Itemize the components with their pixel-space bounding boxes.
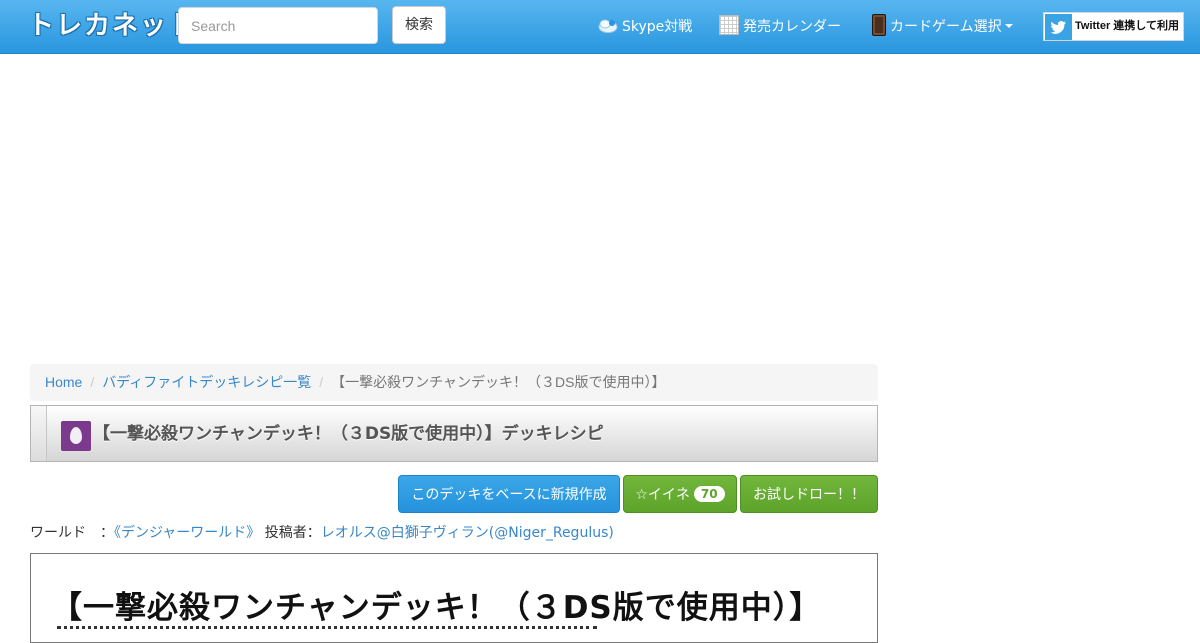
deck-image-subtext xyxy=(57,626,597,632)
calendar-icon xyxy=(719,15,739,35)
breadcrumb: Home / バディファイトデッキレシピ一覧 / 【一撃必殺ワンチャンデッキ！（３DS版… xyxy=(30,364,878,401)
world-emblem-icon xyxy=(61,421,91,451)
card-icon xyxy=(872,14,886,36)
breadcrumb-home[interactable]: Home xyxy=(45,374,82,390)
breadcrumb-current: 【一撃必殺ワンチャンデッキ！（３DS版で使用中）】 xyxy=(331,374,666,390)
skype-icon xyxy=(598,19,618,33)
world-label: ワールド ： xyxy=(30,525,114,541)
nav-release-calendar[interactable]: 発売カレンダー xyxy=(719,0,841,54)
twitter-bird-icon xyxy=(1045,14,1072,40)
like-count-badge: 70 xyxy=(693,486,725,502)
top-navbar: トレカネット 検索 Skype対戦 発売カレンダー カードゲーム選択 Twitt… xyxy=(0,0,1200,54)
create-from-deck-button[interactable]: このデッキをベースに新規作成 xyxy=(398,475,620,513)
like-button[interactable]: ☆イイネ 70 xyxy=(623,475,737,513)
nav-cardgame-dropdown[interactable]: カードゲーム選択 xyxy=(872,0,1013,54)
search-button[interactable]: 検索 xyxy=(392,6,446,44)
nav-calendar-label: 発売カレンダー xyxy=(743,19,841,35)
world-link[interactable]: 《デンジャーワールド》 xyxy=(114,525,260,541)
deck-title: 【一撃必殺ワンチャンデッキ！（３DS版で使用中）】デッキレシピ xyxy=(93,424,604,444)
deck-image-title: 【一撃必殺ワンチャンデッキ！（３DS版で使用中）】 xyxy=(51,590,822,626)
deck-meta: ワールド ：《デンジャーワールド》 投稿者：レオルス@白獅子ヴィラン(@Nige… xyxy=(30,522,614,544)
nav-skype-label: Skype対戦 xyxy=(622,19,693,35)
breadcrumb-separator: / xyxy=(90,374,95,390)
nav-skype-battle[interactable]: Skype対戦 xyxy=(598,0,692,54)
deck-title-panel: 【一撃必殺ワンチャンデッキ！（３DS版で使用中）】デッキレシピ xyxy=(30,405,878,462)
breadcrumb-separator: / xyxy=(319,374,324,390)
chevron-down-icon xyxy=(1004,24,1013,28)
trial-draw-button[interactable]: お試しドロー！！ xyxy=(740,475,878,513)
nav-cardgame-label: カードゲーム選択 xyxy=(890,19,1002,35)
panel-accent-bar xyxy=(31,406,47,461)
twitter-login-label: Twitter 連携して利用 xyxy=(1075,20,1179,32)
ad-space xyxy=(0,55,1200,355)
poster-link[interactable]: レオルス@白獅子ヴィラン(@Niger_Regulus) xyxy=(321,525,614,541)
poster-label: 投稿者： xyxy=(264,525,321,541)
search-input[interactable] xyxy=(178,7,378,44)
like-label: ☆イイネ xyxy=(635,487,690,503)
site-logo[interactable]: トレカネット xyxy=(28,8,196,44)
breadcrumb-deck-list[interactable]: バディファイトデッキレシピ一覧 xyxy=(102,374,311,390)
twitter-login-button[interactable]: Twitter 連携して利用 xyxy=(1043,12,1184,41)
